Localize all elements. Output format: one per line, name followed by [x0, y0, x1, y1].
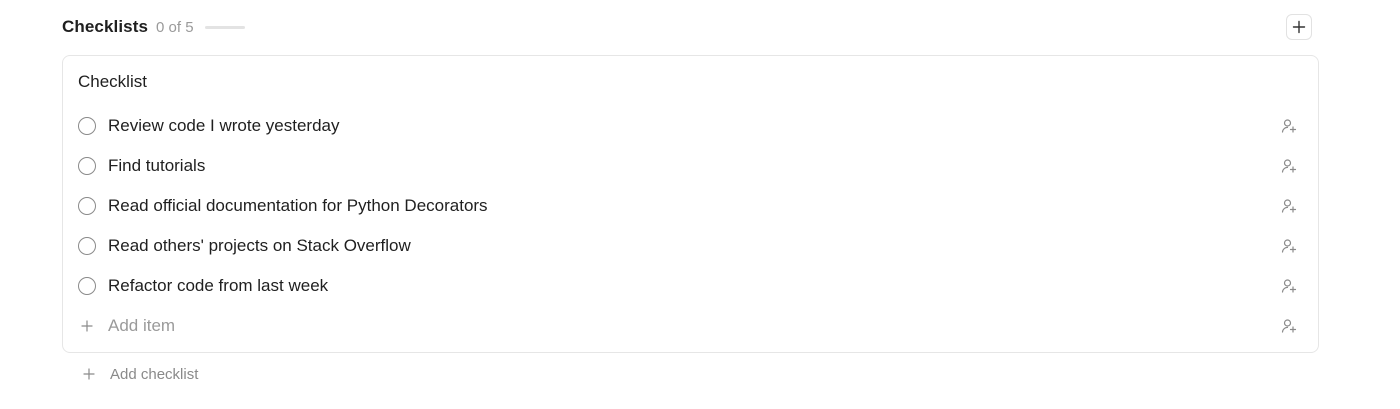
checklists-header: Checklists 0 of 5	[62, 14, 1312, 40]
assign-user-icon[interactable]	[1281, 278, 1297, 294]
plus-icon	[80, 365, 98, 383]
checklist-card: Checklist Review code I wrote yesterday …	[62, 55, 1319, 353]
checklists-title: Checklists	[62, 17, 149, 36]
checklists-progress-bar	[204, 25, 245, 29]
checklist-item[interactable]: Review code I wrote yesterday	[78, 111, 1303, 141]
checklist-title: Checklist	[78, 72, 147, 91]
checklists-section: Checklists 0 of 5 Checklist Review code …	[0, 0, 1400, 409]
assign-user-icon[interactable]	[1281, 118, 1297, 134]
checklist-item[interactable]: Read others' projects on Stack Overflow	[78, 231, 1303, 261]
add-checklist-link[interactable]: Add checklist	[80, 363, 198, 385]
checklist-item[interactable]: Refactor code from last week	[78, 271, 1303, 301]
assign-user-icon[interactable]	[1281, 238, 1297, 254]
add-item-label: Add item	[108, 316, 176, 335]
checkbox-circle[interactable]	[78, 277, 96, 295]
checklist-item-label: Find tutorials	[108, 156, 206, 175]
add-checklist-label: Add checklist	[110, 365, 199, 383]
add-checklist-button[interactable]	[1286, 14, 1312, 40]
checkbox-circle[interactable]	[78, 237, 96, 255]
checklist-item-label: Review code I wrote yesterday	[108, 116, 340, 135]
checklist-item[interactable]: Find tutorials	[78, 151, 1303, 181]
checkbox-circle[interactable]	[78, 197, 96, 215]
checklists-count: 0 of 5	[156, 18, 194, 36]
checklist-item-label: Refactor code from last week	[108, 276, 329, 295]
checkbox-circle[interactable]	[78, 157, 96, 175]
assign-user-icon[interactable]	[1281, 158, 1297, 174]
add-item-row[interactable]: Add item	[78, 311, 1303, 341]
checkbox-circle[interactable]	[78, 117, 96, 135]
checklist-item-label: Read others' projects on Stack Overflow	[108, 236, 411, 255]
assign-user-icon[interactable]	[1281, 318, 1297, 334]
plus-icon	[1292, 20, 1306, 34]
checklist-item-label: Read official documentation for Python D…	[108, 196, 488, 215]
plus-icon	[78, 317, 96, 335]
assign-user-icon[interactable]	[1281, 198, 1297, 214]
checklist-item[interactable]: Read official documentation for Python D…	[78, 191, 1303, 221]
